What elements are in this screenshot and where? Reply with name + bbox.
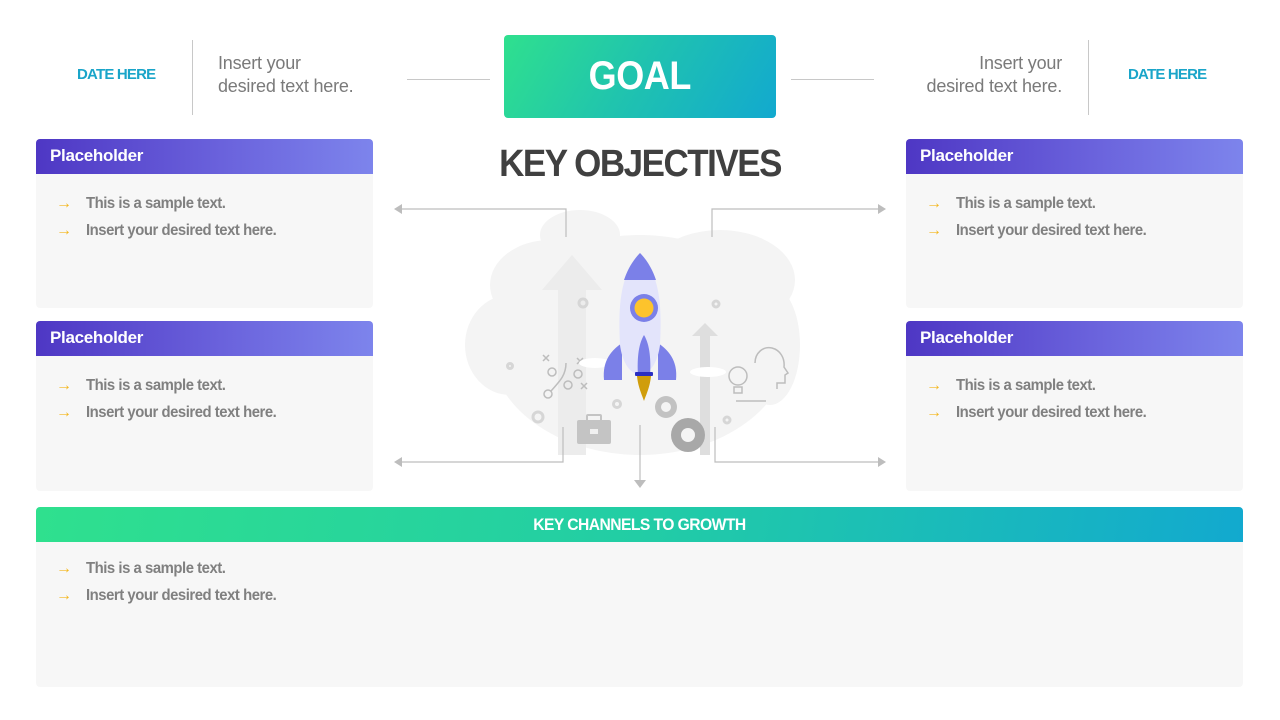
- list-item: → Insert your desired text here.: [56, 399, 291, 426]
- list-item: → Insert your desired text here.: [56, 582, 291, 609]
- list-item: → This is a sample text.: [926, 372, 1161, 399]
- arrow-right-icon: →: [56, 559, 72, 577]
- card-top-right: Placeholder → This is a sample text. → Ins…: [906, 139, 1243, 308]
- arrow-right-icon: →: [56, 221, 72, 239]
- arrow-left-icon: [394, 457, 402, 467]
- card-title: Placeholder: [920, 328, 1014, 347]
- bullet-text: This is a sample text.: [956, 376, 1096, 394]
- left-header-text: Insert your desired text here.: [218, 52, 354, 98]
- card-bottom-left: Placeholder → This is a sample text. → Ins…: [36, 321, 373, 491]
- growth-title: KEY CHANNELS TO GROWTH: [533, 514, 746, 534]
- bullet-text: Insert your desired text here.: [86, 221, 277, 239]
- right-date: DATE HERE: [1128, 66, 1207, 83]
- list-item: → Insert your desired text here.: [56, 217, 291, 244]
- left-connector-line: [407, 79, 490, 80]
- card-title: Placeholder: [50, 146, 144, 165]
- arrow-left-icon: [394, 204, 402, 214]
- card-top-left: Placeholder → This is a sample text. → Ins…: [36, 139, 373, 308]
- left-date: DATE HERE: [77, 66, 156, 83]
- left-header-text-line1: Insert your: [218, 53, 301, 73]
- bullet-text: This is a sample text.: [956, 194, 1096, 212]
- right-header-text: Insert your desired text here.: [926, 52, 1063, 98]
- bullet-text: This is a sample text.: [86, 559, 226, 577]
- goal-label: GOAL: [588, 54, 692, 98]
- gear-icon-small: [655, 396, 677, 418]
- arrow-right-icon: →: [926, 403, 942, 421]
- bullet-text: Insert your desired text here.: [956, 221, 1147, 239]
- arrow-right-icon: →: [56, 403, 72, 421]
- arrow-down-icon: [634, 480, 646, 488]
- card-header: Placeholder: [36, 321, 373, 356]
- bullet-text: Insert your desired text here.: [86, 403, 277, 421]
- card-header: Placeholder: [906, 139, 1243, 174]
- left-header-text-line2: desired text here.: [218, 76, 354, 96]
- growth-header: KEY CHANNELS TO GROWTH: [36, 507, 1243, 542]
- bullet-text: Insert your desired text here.: [956, 403, 1147, 421]
- list-item: → This is a sample text.: [926, 190, 1161, 217]
- right-connector-line: [791, 79, 874, 80]
- bullet-text: This is a sample text.: [86, 376, 226, 394]
- arrow-right-icon: [878, 457, 886, 467]
- growth-card: KEY CHANNELS TO GROWTH → This is a sample…: [36, 507, 1243, 687]
- card-bottom-right: Placeholder → This is a sample text. → Ins…: [906, 321, 1243, 491]
- arrow-right-icon: →: [926, 221, 942, 239]
- list-item: → This is a sample text.: [56, 372, 291, 399]
- card-header: Placeholder: [36, 139, 373, 174]
- arrow-right-icon: [878, 204, 886, 214]
- key-objectives-title: KEY OBJECTIVES: [499, 143, 782, 185]
- right-divider: [1088, 40, 1089, 115]
- list-item: → This is a sample text.: [56, 555, 291, 582]
- bullet-text: This is a sample text.: [86, 194, 226, 212]
- arrow-right-icon: →: [56, 376, 72, 394]
- right-header-text-line1: Insert your: [979, 53, 1062, 73]
- rocket-launch-illustration: [394, 204, 886, 488]
- list-item: → Insert your desired text here.: [926, 217, 1161, 244]
- arrow-right-icon: →: [56, 194, 72, 212]
- bullet-text: Insert your desired text here.: [86, 586, 277, 604]
- arrow-right-icon: →: [56, 586, 72, 604]
- list-item: → Insert your desired text here.: [926, 399, 1161, 426]
- left-divider: [192, 40, 193, 115]
- connector-bottom-right: [714, 427, 880, 463]
- arrow-right-icon: →: [926, 194, 942, 212]
- connector-bottom-left: [400, 427, 564, 463]
- small-cloud: [690, 367, 726, 377]
- card-title: Placeholder: [50, 328, 144, 347]
- right-header-text-line2: desired text here.: [926, 76, 1063, 96]
- list-item: → This is a sample text.: [56, 190, 291, 217]
- card-header: Placeholder: [906, 321, 1243, 356]
- card-title: Placeholder: [920, 146, 1014, 165]
- goal-banner: GOAL: [504, 35, 776, 118]
- arrow-right-icon: →: [926, 376, 942, 394]
- gear-icon-large: [671, 418, 705, 452]
